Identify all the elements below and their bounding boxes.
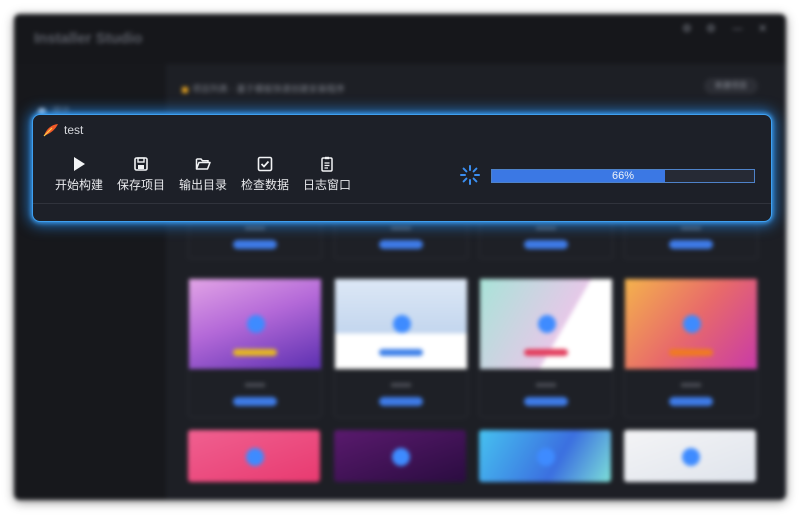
play-icon — [392, 448, 410, 466]
check-data-button[interactable]: 检查数据 — [235, 155, 295, 201]
checkbox-icon — [257, 156, 273, 172]
panel-title: test — [64, 123, 84, 137]
progress-label: 66% — [611, 170, 635, 182]
start-build-button[interactable]: 开始构建 — [49, 155, 109, 201]
gear-icon[interactable]: ⚙ — [706, 22, 716, 35]
spinner-icon — [460, 165, 480, 185]
card-name — [391, 226, 411, 230]
warning-dot-icon — [182, 86, 188, 93]
notice-bar: 项目列表 · 基于模板快速创建安装程序 — [182, 82, 345, 95]
template-card[interactable] — [479, 218, 613, 259]
template-card[interactable] — [334, 278, 468, 418]
card-badge — [379, 349, 423, 356]
template-card[interactable] — [188, 430, 320, 482]
log-window-button[interactable]: 日志窗口 — [297, 155, 357, 201]
card-name — [245, 383, 265, 387]
card-name — [681, 383, 701, 387]
template-card[interactable] — [188, 218, 322, 259]
card-name — [536, 226, 556, 230]
settings-icon[interactable]: ⚙ — [682, 22, 692, 35]
card-name — [536, 383, 556, 387]
check-data-label: 检查数据 — [240, 178, 289, 192]
card-badge — [524, 349, 568, 356]
log-icon — [321, 156, 333, 172]
card-use-button[interactable] — [233, 240, 277, 249]
template-card[interactable] — [624, 218, 758, 259]
new-project-button[interactable]: 新建项目 — [704, 78, 758, 94]
log-window-label: 日志窗口 — [302, 178, 351, 192]
minimize-icon[interactable]: — — [732, 22, 743, 35]
template-card[interactable] — [188, 278, 322, 418]
build-panel: test 开始构建 保存项目 输出目录 检查数据 日志窗口 66% — [32, 114, 772, 222]
panel-divider — [33, 203, 771, 204]
template-card[interactable] — [624, 430, 756, 482]
close-icon[interactable]: ✕ — [758, 22, 767, 35]
save-project-button[interactable]: 保存项目 — [111, 155, 171, 201]
card-name — [245, 226, 265, 230]
card-use-button[interactable] — [524, 240, 568, 249]
save-project-label: 保存项目 — [116, 178, 165, 192]
card-thumbnail — [189, 279, 321, 369]
card-badge — [233, 349, 277, 356]
card-badge — [669, 349, 713, 356]
build-toolbar: 开始构建 保存项目 输出目录 检查数据 日志窗口 — [49, 155, 369, 201]
template-card[interactable] — [624, 278, 758, 418]
play-icon — [246, 448, 264, 466]
card-thumbnail — [335, 279, 467, 369]
build-progress-bar: 66% — [491, 169, 755, 183]
card-use-button[interactable] — [524, 397, 568, 406]
template-card[interactable] — [334, 430, 466, 482]
play-icon — [683, 315, 701, 333]
template-card[interactable] — [479, 430, 611, 482]
card-name — [391, 383, 411, 387]
save-icon — [134, 157, 148, 171]
card-use-button[interactable] — [233, 397, 277, 406]
template-card[interactable] — [479, 278, 613, 418]
card-name — [681, 226, 701, 230]
template-card[interactable] — [334, 218, 468, 259]
play-icon — [537, 448, 555, 466]
card-use-button[interactable] — [669, 240, 713, 249]
card-use-button[interactable] — [379, 240, 423, 249]
screen: Installer Studio ⚙ ⚙ — ✕ 设计 项目列表 · 基于模板快… — [0, 0, 800, 515]
play-icon — [74, 157, 85, 171]
start-build-label: 开始构建 — [54, 178, 103, 192]
notice-text: 项目列表 · 基于模板快速创建安装程序 — [192, 85, 345, 95]
card-use-button[interactable] — [669, 397, 713, 406]
card-use-button[interactable] — [379, 397, 423, 406]
output-directory-label: 输出目录 — [178, 178, 227, 192]
play-icon — [538, 315, 556, 333]
play-icon — [682, 448, 700, 466]
card-thumbnail — [480, 279, 612, 369]
panel-header: test — [33, 115, 771, 145]
app-titlebar: Installer Studio ⚙ ⚙ — ✕ — [14, 14, 786, 64]
play-icon — [393, 315, 411, 333]
folder-open-icon — [195, 158, 211, 170]
output-directory-button[interactable]: 输出目录 — [173, 155, 233, 201]
feather-logo-icon — [43, 124, 58, 137]
app-title: Installer Studio — [34, 30, 143, 47]
background-app-window: Installer Studio ⚙ ⚙ — ✕ 设计 项目列表 · 基于模板快… — [14, 14, 786, 500]
play-icon — [247, 315, 265, 333]
card-thumbnail — [625, 279, 757, 369]
